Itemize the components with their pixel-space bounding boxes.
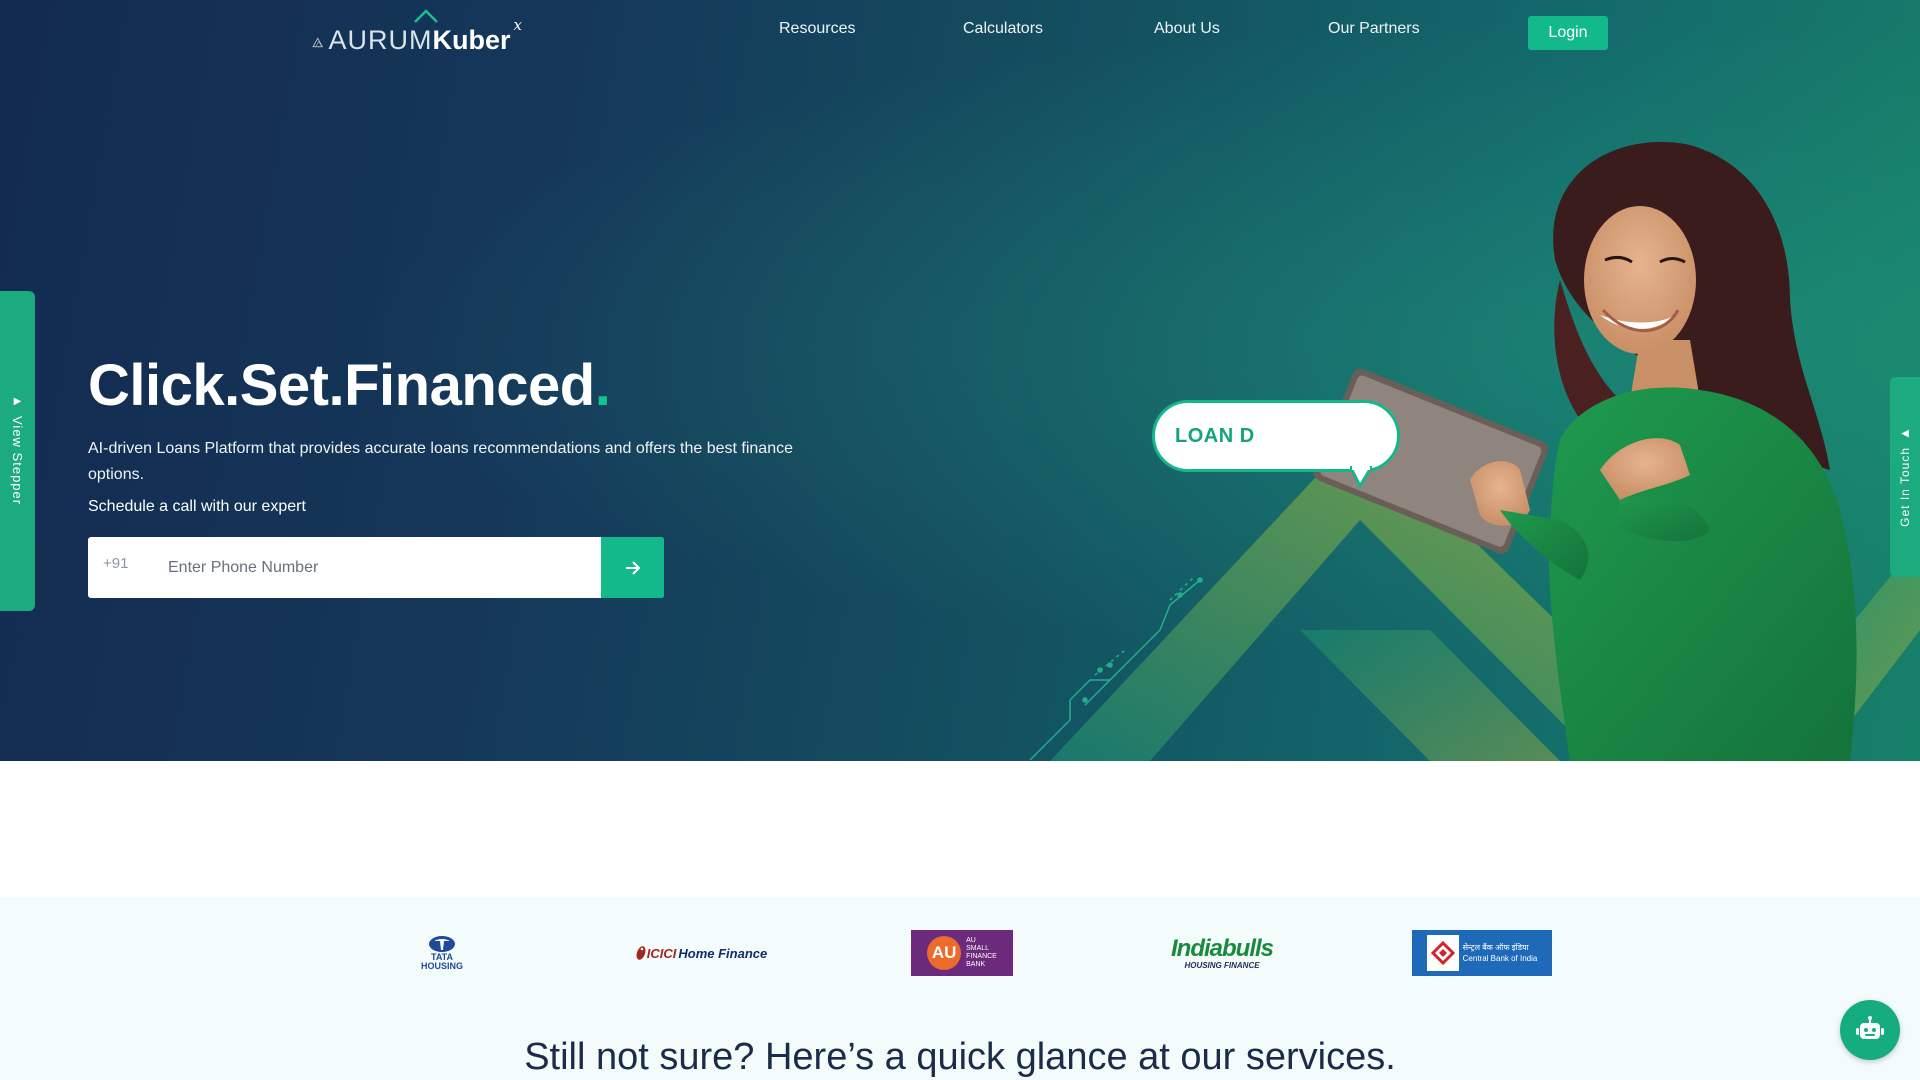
cbi-diamond-icon [1430, 941, 1455, 965]
partner-logo-indiabulls: Indiabulls HOUSING FINANCE [1171, 930, 1274, 976]
logo-kuber-label: Kuber [432, 25, 511, 55]
triangle-left-icon: ▶ [1899, 427, 1911, 440]
logo-x-superscript: x [513, 16, 522, 34]
get-in-touch-content: Get In Touch ▶ [1898, 427, 1912, 527]
cbi-english: Central Bank of India [1462, 954, 1538, 963]
partner-logo-au-small-finance-bank: AU AU SMALL FINANCE BANK [911, 930, 1013, 976]
au-line2: SMALL [966, 945, 990, 952]
nav-resources[interactable]: Resources [779, 20, 855, 38]
loan-speech-bubble: LOAN D [1152, 400, 1400, 472]
phone-number-input[interactable] [168, 537, 601, 598]
country-code-prefix: +91 [103, 555, 129, 572]
headline-accent-dot: . [594, 353, 611, 418]
phone-form: +91 [88, 537, 664, 598]
robot-icon [1856, 1016, 1884, 1039]
top-navigation: AURUM Kuber x Resources Calculators Abou… [0, 0, 1920, 70]
hero-illustration [1029, 141, 1920, 761]
hero-headline: Click.Set.Financed. [88, 352, 611, 419]
cbi-text: सेन्ट्रल बैंक ऑफ इंडिया Central Bank of … [1463, 942, 1538, 964]
tata-line2: HOUSING [420, 961, 463, 971]
logo-roof-icon [413, 9, 438, 23]
au-line4: BANK [966, 961, 986, 968]
hero-subtext: AI-driven Loans Platform that provides a… [88, 440, 793, 483]
bubble-text: LOAN D [1175, 424, 1255, 447]
partner-logo-tata-housing: TATA HOUSING [418, 930, 466, 976]
bubble-tail [1350, 466, 1372, 488]
get-in-touch-tab[interactable]: Get In Touch ▶ [1890, 377, 1920, 577]
triangle-right-icon: ▶ [12, 396, 23, 409]
view-stepper-tab[interactable]: ▶ View Stepper [0, 291, 35, 611]
partner-logo-icici-home-finance: ICICI Home Finance [630, 930, 772, 976]
nav-our-partners[interactable]: Our Partners [1328, 20, 1420, 38]
schedule-call-label: Schedule a call with our expert [88, 498, 306, 515]
logo-kuber-text: Kuber [413, 9, 511, 56]
cbi-hindi: सेन्ट्रल बैंक ऑफ इंडिया [1462, 943, 1529, 952]
au-line3: FINANCE [966, 953, 997, 960]
nav-calculators[interactable]: Calculators [963, 20, 1043, 38]
cbi-logo-icon [1426, 935, 1459, 971]
partner-logo-central-bank-of-india: सेन्ट्रल बैंक ऑफ इंडिया Central Bank of … [1412, 930, 1552, 976]
get-in-touch-label: Get In Touch [1898, 447, 1912, 527]
au-mark: AU [927, 936, 962, 970]
headline-text: Click.Set.Financed [88, 353, 595, 418]
indiabulls-sub: HOUSING FINANCE [1184, 960, 1260, 970]
au-text: AU SMALL FINANCE BANK [966, 937, 997, 969]
logo-mark-icon [312, 37, 324, 48]
brand-logo[interactable]: AURUM Kuber x [312, 9, 522, 56]
icici-rest: Home Finance [678, 945, 768, 961]
au-line1: AU [966, 937, 976, 944]
services-section-title: Still not sure? Here’s a quick glance at… [524, 1036, 1396, 1078]
indiabulls-main: Indiabulls [1171, 934, 1274, 962]
hero-section: AURUM Kuber x Resources Calculators Abou… [0, 0, 1920, 761]
icici-brand: ICICI [646, 945, 677, 961]
arrow-right-icon [625, 560, 640, 575]
phone-submit-button[interactable] [601, 537, 664, 598]
chatbot-button[interactable] [1840, 1000, 1900, 1060]
view-stepper-content: ▶ View Stepper [10, 396, 25, 505]
icici-logo-icon [636, 946, 646, 960]
logo-aurum-text: AURUM [328, 25, 433, 55]
view-stepper-label: View Stepper [10, 416, 25, 506]
tata-logo-icon [429, 936, 455, 952]
login-button[interactable]: Login [1528, 16, 1608, 50]
nav-about-us[interactable]: About Us [1154, 20, 1220, 38]
